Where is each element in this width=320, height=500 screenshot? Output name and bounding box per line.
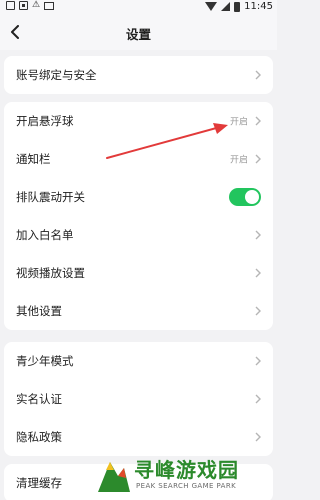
chevron-right-icon <box>255 116 261 126</box>
chevron-right-icon <box>255 432 261 442</box>
chevron-right-icon <box>255 154 261 164</box>
row-teen-mode[interactable]: 青少年模式 <box>4 342 273 380</box>
notification-app-icon <box>6 1 15 10</box>
chevron-right-icon <box>255 356 261 366</box>
chevron-right-icon <box>255 268 261 278</box>
status-right-icons: 11:45 <box>205 1 273 12</box>
row-account-binding[interactable]: 账号绑定与安全 <box>4 56 273 94</box>
row-whitelist[interactable]: 加入白名单 <box>4 216 273 254</box>
status-left-icons: ⚠ <box>6 0 55 10</box>
row-privacy-policy[interactable]: 隐私政策 <box>4 418 273 456</box>
status-bar: ⚠ 11:45 <box>0 0 277 14</box>
row-label: 通知栏 <box>16 152 51 166</box>
row-label: 实名认证 <box>16 392 62 406</box>
chevron-right-icon <box>255 230 261 240</box>
row-label: 其他设置 <box>16 304 62 318</box>
notification-app-icon-2 <box>19 1 28 10</box>
chevron-right-icon <box>255 306 261 316</box>
watermark-subtitle: PEAK SEARCH GAME PARK <box>136 482 237 490</box>
queue-vibration-toggle[interactable] <box>229 188 261 206</box>
account-group: 账号绑定与安全 <box>4 56 273 94</box>
row-other-settings[interactable]: 其他设置 <box>4 292 273 330</box>
warning-icon: ⚠ <box>32 0 41 10</box>
privacy-group: 青少年模式 实名认证 隐私政策 <box>4 342 273 456</box>
row-value: 开启 <box>229 155 248 166</box>
row-label: 加入白名单 <box>16 228 74 242</box>
chevron-right-icon <box>255 70 261 80</box>
signal-icon <box>221 2 231 11</box>
row-label: 排队震动开关 <box>16 190 85 204</box>
row-video-settings[interactable]: 视频播放设置 <box>4 254 273 292</box>
row-value: 开启 <box>229 117 248 128</box>
row-label: 账号绑定与安全 <box>16 68 97 82</box>
row-notification-bar[interactable]: 通知栏 开启 <box>4 140 273 178</box>
row-label: 青少年模式 <box>16 354 74 368</box>
nav-bar: 设置 <box>0 14 277 50</box>
row-label: 清理缓存 <box>16 476 62 490</box>
watermark: 寻峰游戏园 PEAK SEARCH GAME PARK <box>96 452 276 500</box>
watermark-logo-icon <box>98 462 130 492</box>
battery-icon <box>234 1 241 12</box>
row-floating-ball[interactable]: 开启悬浮球 开启 <box>4 102 273 140</box>
watermark-title: 寻峰游戏园 <box>134 458 239 482</box>
chevron-right-icon <box>255 394 261 404</box>
row-label: 隐私政策 <box>16 430 62 444</box>
row-label: 开启悬浮球 <box>16 114 74 128</box>
toggle-knob <box>245 190 259 204</box>
mail-icon <box>44 1 55 10</box>
features-group: 开启悬浮球 开启 通知栏 开启 排队震动开关 加入白名单 视频播放设置 其他设置 <box>4 102 273 330</box>
page-title: 设置 <box>125 27 151 42</box>
row-queue-vibration: 排队震动开关 <box>4 178 273 216</box>
row-real-name[interactable]: 实名认证 <box>4 380 273 418</box>
status-time: 11:45 <box>244 1 273 12</box>
row-label: 视频播放设置 <box>16 266 85 280</box>
wifi-icon <box>205 2 218 11</box>
